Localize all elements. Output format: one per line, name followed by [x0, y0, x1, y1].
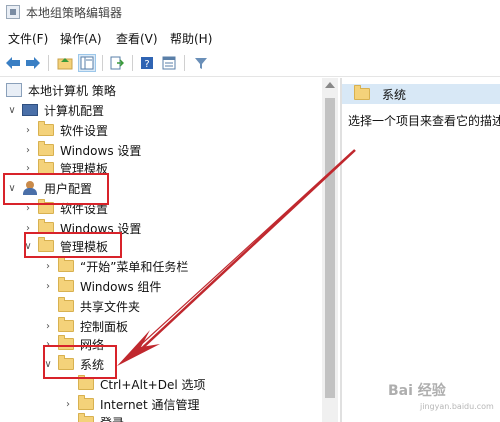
toolbar-separator	[184, 55, 185, 71]
tree-item-cc-windows[interactable]: › Windows 设置	[22, 140, 141, 160]
app-icon	[6, 5, 20, 19]
chevron-right-icon[interactable]: ›	[42, 260, 54, 272]
chevron-right-icon[interactable]: ›	[22, 144, 34, 156]
toolbar: ?	[0, 50, 500, 77]
watermark-url: jingyan.baidu.com	[420, 402, 494, 411]
policy-doc-icon	[6, 83, 22, 97]
scroll-thumb[interactable]	[325, 98, 335, 398]
chevron-down-icon[interactable]: ∨	[6, 104, 18, 116]
folder-icon	[38, 141, 54, 156]
menu-view[interactable]: 查看(V)	[116, 30, 158, 47]
menu-action[interactable]: 操作(A)	[60, 30, 102, 47]
folder-icon	[58, 297, 74, 312]
title-bar: 本地组策略编辑器	[0, 0, 500, 24]
forward-arrow-icon[interactable]	[24, 54, 42, 72]
folder-icon	[78, 375, 94, 390]
chevron-right-icon[interactable]: ›	[42, 280, 54, 292]
folder-icon	[78, 413, 94, 422]
folder-icon	[78, 395, 94, 410]
chevron-right-icon[interactable]: ›	[42, 320, 54, 332]
toolbar-separator	[132, 55, 133, 71]
tree-item-logon[interactable]: 登录	[62, 412, 124, 422]
highlight-box-system	[43, 345, 117, 379]
tree-item-shared-folders[interactable]: 共享文件夹	[42, 296, 140, 316]
highlight-box-user-config	[3, 173, 109, 205]
svg-text:?: ?	[144, 59, 149, 70]
menu-help[interactable]: 帮助(H)	[170, 30, 212, 47]
tree-item-computer-config[interactable]: ∨ 计算机配置	[6, 100, 104, 120]
tree-item-root[interactable]: 本地计算机 策略	[6, 80, 116, 100]
menu-file[interactable]: 文件(F)	[8, 30, 48, 47]
properties-icon[interactable]	[160, 54, 178, 72]
folder-icon	[354, 85, 370, 100]
tree-item-internet-comm[interactable]: › Internet 通信管理	[62, 394, 199, 414]
folder-icon	[58, 257, 74, 272]
tree-item-control-panel[interactable]: › 控制面板	[42, 316, 128, 336]
computer-icon	[22, 104, 38, 116]
detail-pane: 系统 选择一个项目来查看它的描述	[342, 78, 500, 422]
folder-icon	[58, 277, 74, 292]
tree-item-cc-software[interactable]: › 软件设置	[22, 120, 108, 140]
chevron-right-icon[interactable]: ›	[62, 398, 74, 410]
menu-bar: 文件(F) 操作(A) 查看(V) 帮助(H)	[0, 28, 500, 48]
filter-icon[interactable]	[192, 54, 210, 72]
watermark: Bai 经验 jingyan.baidu.com	[388, 380, 500, 422]
help-icon[interactable]: ?	[138, 54, 156, 72]
tree-item-win-components[interactable]: › Windows 组件	[42, 276, 161, 296]
show-hide-tree-icon[interactable]	[78, 54, 96, 72]
detail-header: 系统	[342, 84, 500, 104]
folder-icon	[38, 121, 54, 136]
highlight-box-admin-templates	[24, 232, 122, 258]
window-title: 本地组策略编辑器	[26, 6, 123, 20]
tree-scrollbar[interactable]	[322, 78, 338, 422]
up-folder-icon[interactable]	[56, 54, 74, 72]
toolbar-separator	[102, 55, 103, 71]
scroll-up-icon[interactable]	[325, 82, 335, 88]
tree-pane: 本地计算机 策略 ∨ 计算机配置 › 软件设置 › Windows 设置 › 管…	[0, 78, 322, 422]
chevron-right-icon[interactable]: ›	[22, 124, 34, 136]
export-list-icon[interactable]	[108, 54, 126, 72]
tree-item-start-taskbar[interactable]: › “开始”菜单和任务栏	[42, 256, 188, 276]
folder-icon	[58, 317, 74, 332]
detail-message: 选择一个项目来查看它的描述	[348, 114, 500, 128]
watermark-brand: Bai 经验	[388, 383, 446, 399]
back-arrow-icon[interactable]	[4, 54, 22, 72]
toolbar-separator	[48, 55, 49, 71]
